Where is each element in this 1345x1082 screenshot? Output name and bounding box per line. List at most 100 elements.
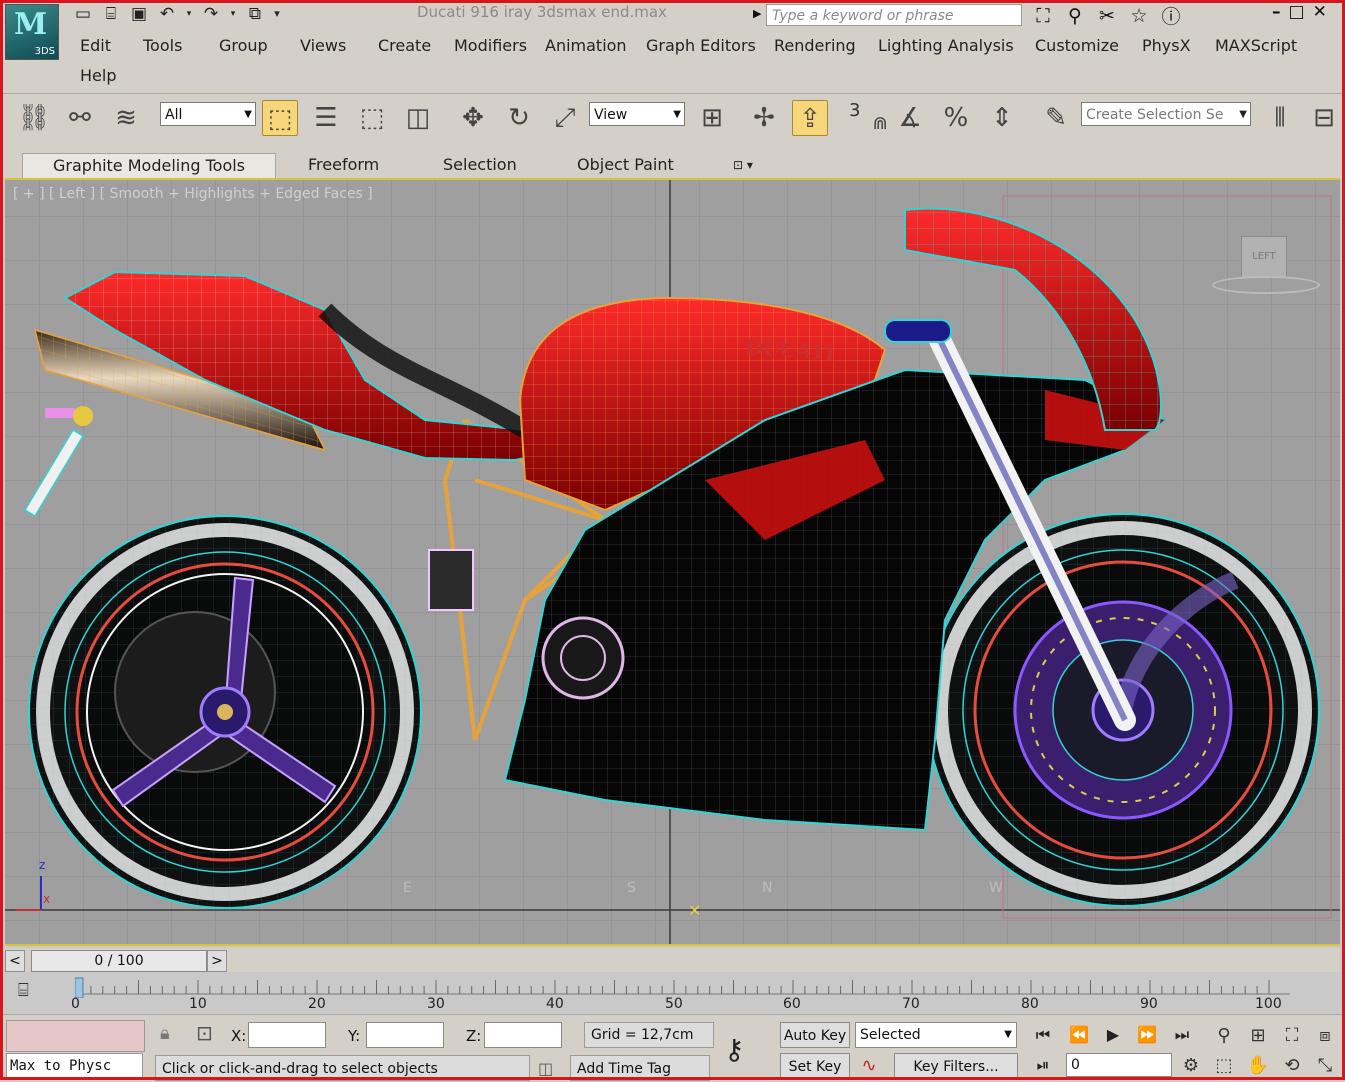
menu-lighting-analysis[interactable]: Lighting Analysis — [878, 36, 1014, 55]
tab-selection[interactable]: Selection — [443, 153, 517, 177]
z-coordinate-field[interactable] — [484, 1022, 562, 1048]
menu-rendering[interactable]: Rendering — [774, 36, 856, 55]
zoom-icon[interactable]: ⚲ — [1211, 1023, 1237, 1049]
set-key-button[interactable]: Set Key — [780, 1053, 850, 1079]
maximize-icon[interactable]: □ — [1289, 2, 1305, 22]
time-slider-thumb[interactable]: 0 / 100 — [31, 950, 207, 972]
select-and-scale-icon[interactable]: ⤢ — [547, 100, 583, 136]
absolute-mode-transform-icon[interactable]: ⊡ — [196, 1021, 213, 1045]
play-animation-icon[interactable]: ▶ — [1099, 1023, 1127, 1047]
menu-tools[interactable]: Tools — [143, 36, 182, 55]
viewport-left[interactable]: DUCATI ✕ [+] [Left] [Smooth + Highl… — [5, 178, 1340, 946]
time-slider-next-button[interactable]: > — [207, 950, 227, 972]
pivot-center-icon[interactable]: ⊞ — [694, 100, 730, 136]
mirror-icon[interactable]: ⫴ — [1262, 100, 1298, 136]
select-by-name-icon[interactable]: ☰ — [308, 100, 344, 136]
time-tag-lock-icon[interactable]: ◫ — [538, 1059, 553, 1078]
select-object-icon[interactable]: ⬚ — [262, 100, 298, 136]
help-icon[interactable]: ⓘ — [1158, 2, 1184, 29]
previous-frame-icon[interactable]: ⏪ — [1065, 1023, 1093, 1047]
menu-views[interactable]: Views — [300, 36, 346, 55]
menu-graph-editors[interactable]: Graph Editors — [646, 36, 756, 55]
open-mini-curve-editor-icon[interactable]: ⌸ — [18, 980, 46, 1006]
rectangular-selection-icon[interactable]: ⬚ — [354, 100, 390, 136]
tab-freeform[interactable]: Freeform — [308, 153, 379, 177]
current-frame-field[interactable]: 0 — [1066, 1053, 1172, 1077]
menu-animation[interactable]: Animation — [545, 36, 627, 55]
align-icon[interactable]: ⊟ — [1306, 100, 1342, 136]
infocenter-expand-icon[interactable]: ▶ — [753, 7, 761, 20]
selection-filter-dropdown[interactable]: All ▼ — [160, 102, 256, 126]
percent-snap-icon[interactable]: % — [938, 100, 974, 136]
viewport-label[interactable]: [ + ] [ Left ] [ Smooth + Highlights + E… — [13, 186, 373, 202]
keyboard-shortcut-override-icon[interactable]: ⇪ — [792, 100, 828, 136]
key-filters-button[interactable]: Key Filters... — [894, 1053, 1018, 1079]
binoculars-icon[interactable]: ⛶ — [1030, 5, 1056, 27]
reference-coordinate-dropdown[interactable]: View ▼ — [589, 102, 685, 126]
set-key-mode-key-icon[interactable]: ⚷ — [724, 1033, 745, 1066]
viewcube[interactable]: LEFT — [1241, 236, 1287, 278]
viewport-point-of-view[interactable]: [ Left ] — [49, 186, 95, 202]
tab-graphite-modeling-tools[interactable]: Graphite Modeling Tools — [22, 153, 277, 178]
zoom-region-icon[interactable]: ⬚ — [1211, 1053, 1237, 1079]
named-selection-sets-dropdown[interactable]: Create Selection Se ▼ — [1081, 102, 1251, 126]
key-mode-dropdown[interactable]: Selected ▼ — [855, 1022, 1017, 1048]
zoom-extents-icon[interactable]: ⛶ — [1279, 1023, 1305, 1049]
menu-maxscript[interactable]: MAXScript — [1215, 36, 1297, 55]
edit-named-selection-icon[interactable]: ✎ — [1038, 100, 1074, 136]
project-folder-icon[interactable]: ⧉ — [244, 4, 266, 24]
zoom-all-icon[interactable]: ⊞ — [1245, 1023, 1271, 1049]
time-configuration-icon[interactable]: ⚙ — [1178, 1053, 1204, 1079]
maximize-viewport-icon[interactable]: ⤡ — [1312, 1053, 1338, 1079]
redo-icon[interactable]: ↷ — [200, 4, 222, 24]
undo-icon[interactable]: ↶ — [156, 4, 178, 24]
viewcube-compass-ring[interactable] — [1212, 276, 1320, 294]
menu-create[interactable]: Create — [378, 36, 431, 55]
add-time-tag-button[interactable]: Add Time Tag — [570, 1055, 710, 1081]
angle-snap-icon[interactable]: ∡ — [892, 100, 928, 136]
go-to-end-icon[interactable]: ⏭ — [1168, 1023, 1196, 1047]
key-mode-toggle-icon[interactable]: ⏯ — [1029, 1053, 1057, 1077]
viewport-shading-mode[interactable]: [ Smooth + Highlights + Edged Faces ] — [100, 186, 373, 202]
search-input[interactable]: Type a keyword or phrase — [766, 4, 1022, 26]
new-file-icon[interactable]: ▭ — [72, 4, 94, 24]
pan-view-icon[interactable]: ✋ — [1245, 1053, 1271, 1079]
time-slider-prev-button[interactable]: < — [5, 950, 25, 972]
save-file-icon[interactable]: ▣ — [128, 4, 150, 24]
zoom-extents-all-icon[interactable]: ⧈ — [1312, 1023, 1338, 1049]
select-and-move-icon[interactable]: ✥ — [455, 100, 491, 136]
go-to-start-icon[interactable]: ⏮ — [1029, 1023, 1057, 1047]
spinner-snap-icon[interactable]: ⇕ — [984, 100, 1020, 136]
next-frame-icon[interactable]: ⏩ — [1133, 1023, 1161, 1047]
redo-dropdown-icon[interactable]: ▾ — [228, 4, 238, 24]
subscription-icon[interactable]: ✂ — [1094, 5, 1120, 27]
menu-customize[interactable]: Customize — [1035, 36, 1119, 55]
communication-center-icon[interactable]: ⚲ — [1062, 5, 1088, 27]
application-menu-button[interactable]: M 3DS — [5, 4, 59, 60]
maxscript-mini-listener[interactable]: Max to Physc — [6, 1053, 143, 1079]
menu-physx[interactable]: PhysX — [1142, 36, 1191, 55]
unlink-selection-icon[interactable]: ⚯ — [62, 100, 98, 136]
select-and-manipulate-icon[interactable]: ✢ — [746, 100, 782, 136]
viewport-menu-plus[interactable]: [ + ] — [13, 186, 45, 202]
menu-help[interactable]: Help — [80, 66, 116, 85]
window-crossing-icon[interactable]: ◫ — [400, 100, 436, 136]
ribbon-options-icon[interactable]: ⊡ ▾ — [733, 153, 753, 177]
open-file-icon[interactable]: ⌸ — [100, 4, 122, 24]
x-coordinate-field[interactable] — [248, 1022, 326, 1048]
minimize-icon[interactable]: – — [1272, 2, 1281, 22]
favorites-star-icon[interactable]: ☆ — [1126, 5, 1152, 27]
orbit-icon[interactable]: ⟲ — [1279, 1053, 1305, 1079]
selection-lock-icon[interactable]: 🔒︎ — [160, 1023, 170, 1044]
close-icon[interactable]: ✕ — [1313, 2, 1327, 22]
y-coordinate-field[interactable] — [366, 1022, 444, 1048]
undo-dropdown-icon[interactable]: ▾ — [184, 4, 194, 24]
menu-edit[interactable]: Edit — [80, 36, 111, 55]
track-bar[interactable]: 0 10 20 30 40 50 60 70 80 90 100 — [71, 974, 1290, 1014]
auto-key-button[interactable]: Auto Key — [780, 1022, 850, 1048]
quick-access-dropdown-icon[interactable]: ▾ — [272, 4, 282, 24]
select-and-rotate-icon[interactable]: ↻ — [501, 100, 537, 136]
set-keys-graph-icon[interactable]: ∿ — [856, 1053, 882, 1079]
menu-modifiers[interactable]: Modifiers — [454, 36, 527, 55]
tab-object-paint[interactable]: Object Paint — [577, 153, 674, 177]
